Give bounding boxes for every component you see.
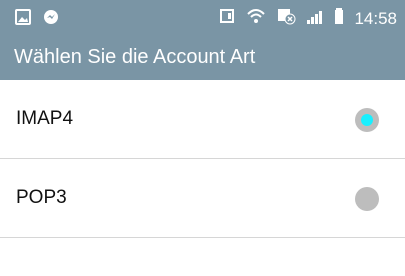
gallery-icon xyxy=(14,8,32,31)
option-pop3[interactable]: POP3 xyxy=(0,159,405,238)
status-time: 14:58 xyxy=(354,8,397,28)
wifi-icon xyxy=(246,7,266,30)
status-left-icons xyxy=(14,8,60,31)
messenger-icon xyxy=(42,8,60,31)
option-imap4[interactable]: IMAP4 xyxy=(0,80,405,159)
dialog-header: Wählen Sie die Account Art xyxy=(0,34,405,80)
page-title: Wählen Sie die Account Art xyxy=(14,46,256,68)
radio-selected[interactable] xyxy=(355,108,379,132)
option-label: IMAP4 xyxy=(16,108,74,129)
battery-icon xyxy=(334,7,344,30)
status-right-icons: 14:58 xyxy=(218,7,397,30)
status-bar: 14:58 xyxy=(0,0,405,34)
nfc-icon xyxy=(218,7,236,30)
radio-unselected[interactable] xyxy=(355,187,379,211)
option-label: POP3 xyxy=(16,187,67,208)
signal-icon xyxy=(306,7,324,30)
notification-sync-icon xyxy=(276,7,296,30)
account-type-list: IMAP4 POP3 xyxy=(0,80,405,238)
